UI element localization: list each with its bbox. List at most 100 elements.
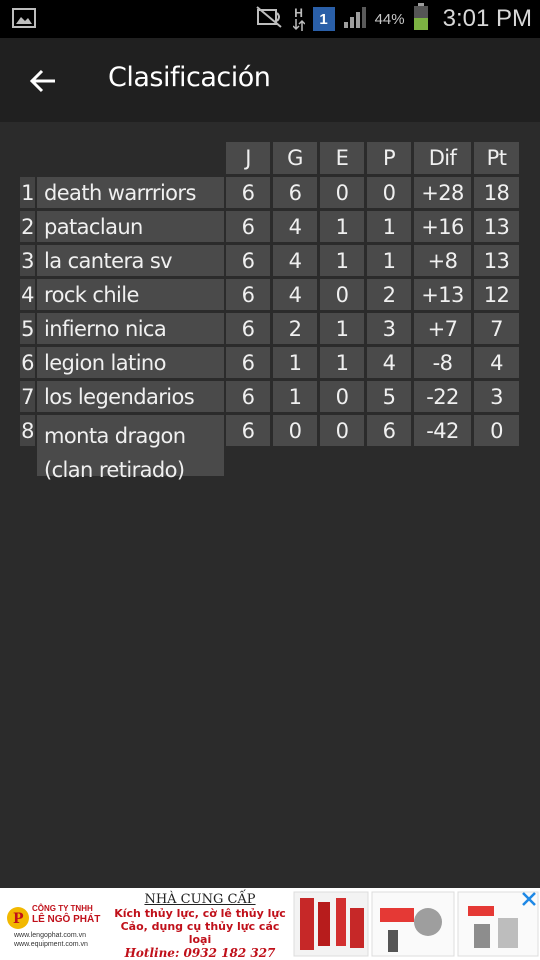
- stat-dif: +28: [414, 177, 471, 208]
- ad-banner[interactable]: P CÔNG TY TNHH LÊ NGÔ PHÁT www.lengophat…: [0, 888, 540, 960]
- stat-p: 4: [367, 347, 411, 378]
- stat-pt: 18: [474, 177, 519, 208]
- stat-j: 6: [226, 279, 270, 310]
- stat-pt: 12: [474, 279, 519, 310]
- rank-cell: 5: [20, 313, 35, 344]
- stat-pt: 13: [474, 211, 519, 242]
- mute-icon: [255, 5, 285, 34]
- stat-p: 1: [367, 245, 411, 276]
- ad-heading: NHÀ CUNG CẤP: [144, 892, 256, 907]
- rank-cell: 3: [20, 245, 35, 276]
- battery-percent: 44%: [374, 10, 405, 28]
- ad-product-images: [292, 888, 540, 960]
- rank-cell: 2: [20, 211, 35, 242]
- stat-e: 0: [320, 415, 364, 446]
- stat-p: 1: [367, 211, 411, 242]
- stat-dif: +8: [414, 245, 471, 276]
- rank-cell: 4: [20, 279, 35, 310]
- team-name: death warrriors: [37, 177, 224, 208]
- ad-text-block: NHÀ CUNG CẤP Kích thủy lực, cờ lê thủy l…: [112, 890, 288, 960]
- stat-j: 6: [226, 245, 270, 276]
- stat-dif: +7: [414, 313, 471, 344]
- stat-pt: 4: [474, 347, 519, 378]
- stat-j: 6: [226, 415, 270, 446]
- header-g: G: [273, 142, 317, 174]
- stat-e: 0: [320, 381, 364, 412]
- close-icon: [522, 892, 536, 906]
- status-icons: H 1 44% 3:01 PM: [255, 0, 532, 38]
- ad-website1: www.lengophat.com.vn: [14, 932, 86, 939]
- stat-e: 0: [320, 279, 364, 310]
- stat-e: 1: [320, 347, 364, 378]
- team-name: pataclaun: [37, 211, 224, 242]
- team-name: rock chile: [37, 279, 224, 310]
- header-p: P: [367, 142, 411, 174]
- ad-line-1: Kích thủy lực, cờ lê thủy lực: [114, 907, 286, 920]
- stat-p: 0: [367, 177, 411, 208]
- ad-line-2: Cảo, dụng cụ thủy lực các loại: [120, 920, 280, 946]
- battery-icon: [413, 2, 429, 36]
- signal-icon: [343, 6, 367, 33]
- stat-g: 4: [273, 279, 317, 310]
- stat-j: 6: [226, 347, 270, 378]
- stat-dif: -42: [414, 415, 471, 446]
- stat-dif: +13: [414, 279, 471, 310]
- ad-hotline: Hotline: 0932 182 327: [124, 946, 276, 960]
- stat-e: 1: [320, 211, 364, 242]
- ad-company-logo: P CÔNG TY TNHH LÊ NGÔ PHÁT www.lengophat…: [4, 894, 110, 954]
- stat-g: 1: [273, 381, 317, 412]
- status-bar: H 1 44% 3:01 PM: [0, 0, 540, 38]
- notification-badge: 1: [312, 7, 335, 31]
- team-name: infierno nica: [37, 313, 224, 344]
- stat-j: 6: [226, 381, 270, 412]
- team-name: los legendarios: [37, 381, 224, 412]
- network-type-label: H: [294, 5, 303, 20]
- stat-p: 2: [367, 279, 411, 310]
- stat-j: 6: [226, 313, 270, 344]
- clock: 3:01 PM: [442, 5, 532, 32]
- rank-cell: 6: [20, 347, 35, 378]
- header-e: E: [320, 142, 364, 174]
- page-title: Clasificación: [108, 62, 271, 93]
- header-j: J: [226, 142, 270, 174]
- ad-website2: www.equipment.com.vn: [14, 941, 88, 948]
- team-name: legion latino: [37, 347, 224, 378]
- stat-pt: 3: [474, 381, 519, 412]
- stat-g: 4: [273, 211, 317, 242]
- team-name: la cantera sv: [37, 245, 224, 276]
- stat-g: 6: [273, 177, 317, 208]
- stat-g: 2: [273, 313, 317, 344]
- team-name: monta dragon (clan retirado): [37, 415, 224, 482]
- ad-company-line1: CÔNG TY TNHH: [32, 904, 93, 913]
- stat-pt: 0: [474, 415, 519, 446]
- stat-g: 0: [273, 415, 317, 446]
- rank-cell: 8: [20, 415, 35, 446]
- stat-p: 6: [367, 415, 411, 446]
- stat-e: 1: [320, 313, 364, 344]
- stat-pt: 13: [474, 245, 519, 276]
- notification-count: 1: [319, 10, 328, 28]
- stat-e: 0: [320, 177, 364, 208]
- header-pt: Pt: [474, 142, 519, 174]
- stat-j: 6: [226, 211, 270, 242]
- stat-g: 4: [273, 245, 317, 276]
- rank-cell: 1: [20, 177, 35, 208]
- stat-j: 6: [226, 177, 270, 208]
- stat-p: 3: [367, 313, 411, 344]
- stat-pt: 7: [474, 313, 519, 344]
- stat-dif: +16: [414, 211, 471, 242]
- ad-close-button[interactable]: [520, 890, 538, 908]
- back-button[interactable]: [22, 60, 64, 102]
- arrow-left-icon: [29, 69, 55, 93]
- svg-text:P: P: [13, 911, 24, 927]
- stat-e: 1: [320, 245, 364, 276]
- gallery-notification-icon: [12, 8, 36, 33]
- stat-dif: -8: [414, 347, 471, 378]
- rank-cell: 7: [20, 381, 35, 412]
- header-dif: Dif: [414, 142, 471, 174]
- app-bar: Clasificación: [0, 38, 540, 122]
- stat-dif: -22: [414, 381, 471, 412]
- stat-g: 1: [273, 347, 317, 378]
- stat-p: 5: [367, 381, 411, 412]
- ad-company-line2: LÊ NGÔ PHÁT: [32, 914, 101, 925]
